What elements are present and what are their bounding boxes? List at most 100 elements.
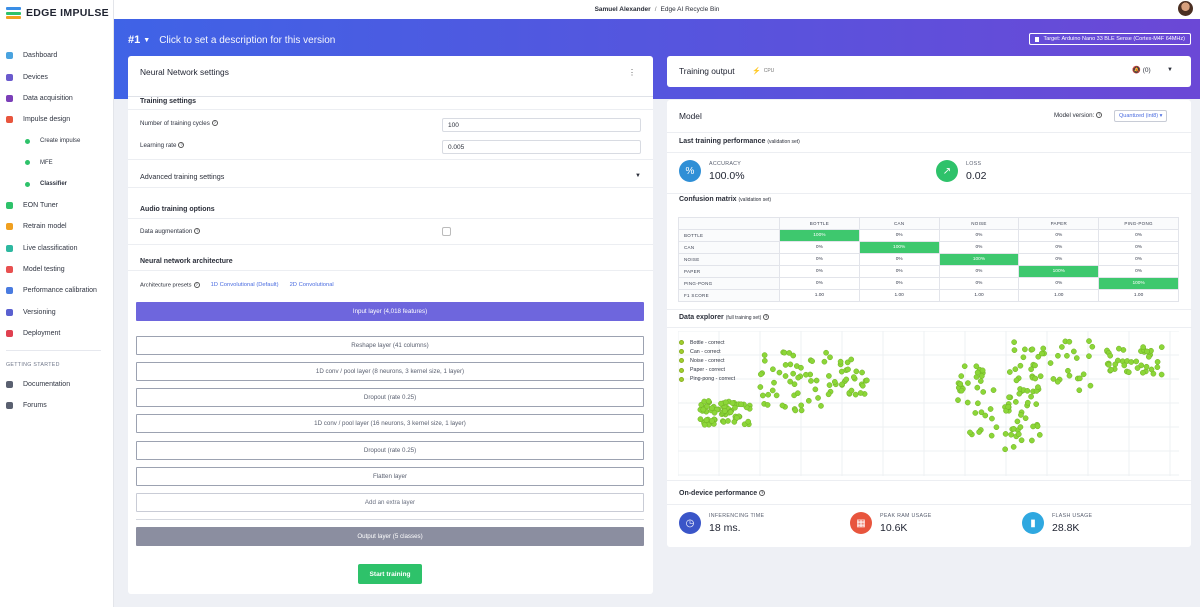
data-point[interactable] [826,373,832,379]
data-point[interactable] [972,410,979,416]
data-point[interactable] [974,384,981,391]
data-point[interactable] [701,421,708,428]
sidebar-subitem-1[interactable]: MFE [0,152,113,173]
data-point[interactable] [978,373,985,379]
sidebar-item2-1[interactable]: Retrain model [0,216,113,237]
chevron-down-icon[interactable]: ▼ [1167,67,1173,73]
data-point[interactable] [1010,425,1017,432]
data-point[interactable] [1076,375,1083,382]
data-point[interactable] [1066,338,1073,345]
data-point[interactable] [1028,393,1034,400]
data-point[interactable] [757,384,764,390]
data-point[interactable] [1038,350,1045,357]
data-point[interactable] [990,387,997,393]
user-name[interactable]: Samuel Alexander [595,6,651,13]
data-point[interactable] [974,369,981,376]
data-point[interactable] [1105,361,1112,368]
training-cycles-input[interactable]: 100 [442,118,641,132]
data-point[interactable] [1107,352,1114,359]
data-augmentation-toggle[interactable] [442,227,451,236]
data-point[interactable] [769,387,776,394]
data-point[interactable] [1011,339,1017,346]
version-selector[interactable]: #1 ▼ Click to set a description for this… [128,34,335,46]
data-point[interactable] [808,378,814,384]
chevron-down-icon[interactable]: ▼ [143,37,150,44]
data-point[interactable] [988,432,995,439]
data-point[interactable] [757,371,764,378]
data-point[interactable] [803,371,809,378]
data-point[interactable] [955,397,961,403]
data-point[interactable] [827,354,833,361]
data-point[interactable] [1018,437,1025,444]
data-point[interactable] [958,373,965,379]
data-point[interactable] [764,402,771,408]
output-layer[interactable]: Output layer (5 classes) [136,527,644,546]
data-point[interactable] [1005,403,1012,410]
sidebar-item2-4[interactable]: Performance calibration [0,280,113,301]
help-icon[interactable]: ? [759,490,766,497]
data-point[interactable] [976,429,982,435]
data-point[interactable] [1047,360,1054,366]
data-point[interactable] [709,418,715,424]
sidebar-item2-2[interactable]: Live classification [0,238,113,259]
data-point[interactable] [786,350,793,356]
sidebar-item-2[interactable]: Data acquisition [0,88,113,109]
data-point[interactable] [823,349,829,356]
data-point[interactable] [1035,384,1041,390]
notifications-button[interactable]: 🔕 (0) [1132,66,1151,75]
data-point[interactable] [1013,399,1019,405]
data-point[interactable] [843,376,850,383]
data-point[interactable] [711,409,718,416]
data-point[interactable] [1076,387,1083,394]
help-icon[interactable]: ? [193,282,200,288]
data-point[interactable] [1108,367,1114,373]
data-point[interactable] [838,368,845,375]
sidebar-subitem-2[interactable]: Classifier [0,173,113,194]
data-point[interactable] [759,392,766,399]
sidebar-item2-5[interactable]: Versioning [0,302,113,323]
data-point[interactable] [1013,377,1020,384]
data-point[interactable] [779,402,786,409]
dropout-layer-1[interactable]: Dropout (rate 0.25) [136,388,644,407]
preset-1d-conv[interactable]: 1D Convolutional (Default) [211,282,279,288]
data-point[interactable] [1133,358,1140,365]
data-point[interactable] [1055,352,1061,359]
data-point[interactable] [773,392,780,399]
data-point[interactable] [1080,371,1087,378]
target-button[interactable]: Target: Arduino Nano 33 BLE Sense (Corte… [1029,33,1191,45]
version-description[interactable]: Click to set a description for this vers… [159,35,335,46]
data-point[interactable] [973,363,980,370]
data-point[interactable] [859,369,865,376]
help-icon[interactable]: ? [763,314,770,321]
data-point[interactable] [700,406,707,413]
data-point[interactable] [1029,346,1036,353]
data-point[interactable] [982,412,989,419]
data-point[interactable] [1145,353,1152,360]
data-point[interactable] [1134,365,1141,371]
data-point[interactable] [1148,366,1155,373]
help-icon[interactable]: ? [194,228,201,235]
avatar[interactable] [1178,1,1193,16]
data-point[interactable] [1064,352,1070,359]
project-name[interactable]: Edge AI Recycle Bin [661,6,720,13]
data-point[interactable] [1139,369,1146,376]
data-point[interactable] [853,368,860,375]
conv-layer-2[interactable]: 1D conv / pool layer (16 neurons, 3 kern… [136,414,644,433]
data-point[interactable] [1018,412,1024,418]
model-version-select[interactable]: Quantized (int8) ▾ [1114,110,1168,122]
data-point[interactable] [1116,345,1122,352]
data-point[interactable] [965,380,971,386]
data-point[interactable] [979,367,986,374]
data-point[interactable] [1010,444,1017,450]
data-point[interactable] [857,390,864,396]
data-point[interactable] [776,369,783,376]
reshape-layer[interactable]: Reshape layer (41 columns) [136,336,644,355]
data-point[interactable] [1059,344,1065,350]
data-point[interactable] [1032,362,1038,369]
data-point[interactable] [703,417,710,423]
data-point[interactable] [1029,437,1035,444]
data-point[interactable] [1158,344,1165,350]
data-point[interactable] [745,418,752,425]
data-point[interactable] [1089,343,1096,350]
data-point[interactable] [1020,354,1027,361]
